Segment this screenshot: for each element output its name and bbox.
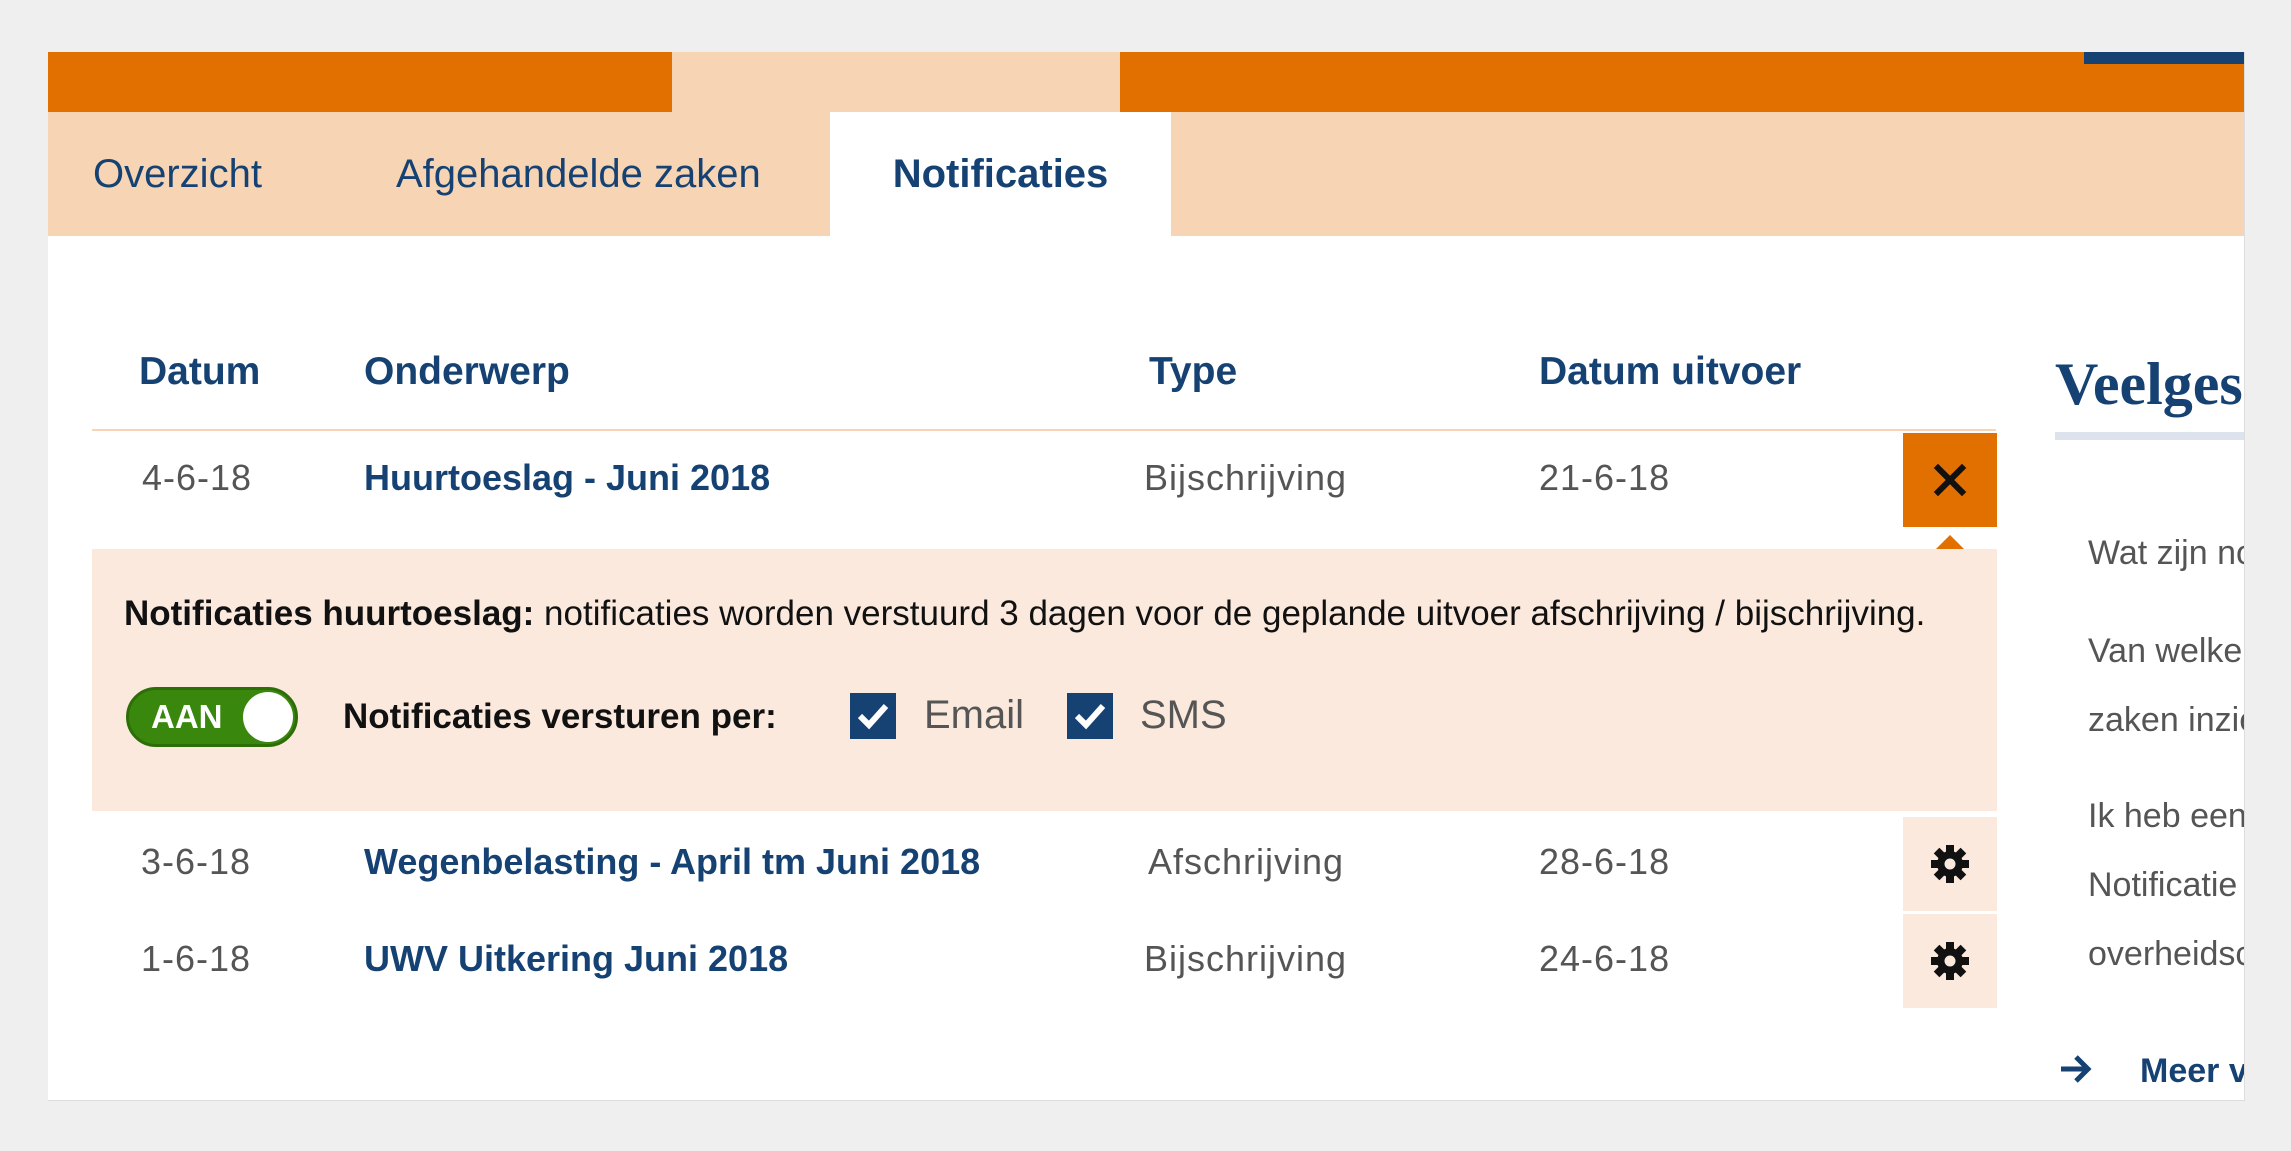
row-2-datum-uitvoer: 28-6-18 [1539,841,1671,882]
top-color-bar-marker [2084,52,2244,64]
top-color-bar [48,52,2244,112]
row-3-datum-uitvoer: 24-6-18 [1539,938,1671,979]
row-2-type: Afschrijving [1148,841,1345,882]
gear-icon [1931,942,1969,980]
sidebar-faq-1[interactable]: Wat zijn no [2088,534,2244,573]
panel-text: notificaties worden verstuurd 3 dagen vo… [534,594,1926,633]
notification-toggle[interactable]: AAN [126,687,298,747]
row-1-datum: 4-6-18 [142,457,253,498]
sidebar-more-link[interactable]: Meer v [2140,1052,2244,1091]
row-1-type: Bijschrijving [1144,457,1348,498]
column-header-type: Type [1149,350,1238,393]
row-3-type: Bijschrijving [1144,938,1348,979]
app-frame: Overzicht Afgehandelde zaken Notificatie… [48,52,2245,1101]
sidebar-faq-3[interactable]: Ik heb een [2088,797,2244,836]
email-checkbox[interactable] [850,693,896,739]
row-3-onderwerp[interactable]: UWV Uitkering Juni 2018 [364,938,788,980]
top-color-bar-accent [672,52,1120,112]
close-settings-button[interactable] [1903,433,1997,527]
send-via-label: Notificaties versturen per: [343,697,777,736]
row-2-settings-button[interactable] [1903,817,1997,911]
sidebar-faq-3-cont[interactable]: Notificatie [2088,866,2237,905]
email-label: Email [924,693,1025,737]
toggle-knob [243,692,293,742]
tab-afgehandelde-zaken[interactable]: Afgehandelde zaken [396,112,761,236]
arrow-right-icon[interactable] [2058,1052,2092,1086]
toggle-label: AAN [151,698,223,735]
sms-label: SMS [1140,693,1227,737]
row-2-onderwerp[interactable]: Wegenbelasting - April tm Juni 2018 [364,841,980,883]
sidebar-faq-2[interactable]: Van welke [2088,632,2242,671]
row-1-onderwerp[interactable]: Huurtoeslag - Juni 2018 [364,457,770,499]
tab-overzicht[interactable]: Overzicht [93,112,262,236]
row-3-datum: 1-6-18 [141,938,252,979]
checkmark-icon [1074,703,1106,730]
column-header-onderwerp: Onderwerp [364,350,570,393]
panel-pointer [1936,535,1964,549]
close-icon [1933,463,1967,497]
header-divider [92,429,1996,431]
gear-icon [1931,845,1969,883]
notification-settings-panel: Notificaties huurtoeslag: notificaties w… [92,549,1997,811]
sidebar-title-rule [2055,432,2244,440]
sidebar-faq-3-cont-2[interactable]: overheidsc [2088,935,2244,974]
panel-title: Notificaties huurtoeslag: [124,594,535,633]
checkmark-icon [857,703,889,730]
row-2-datum: 3-6-18 [141,841,252,882]
sms-checkbox[interactable] [1067,693,1113,739]
sidebar-title: Veelges [2055,351,2243,417]
row-1-datum-uitvoer: 21-6-18 [1539,457,1671,498]
column-header-datum: Datum [139,350,261,393]
panel-description: Notificaties huurtoeslag: notificaties w… [124,594,1925,634]
row-3-settings-button[interactable] [1903,914,1997,1008]
sidebar-faq-2-cont[interactable]: zaken inzie [2088,701,2244,740]
tab-notificaties[interactable]: Notificaties [830,112,1171,236]
tab-bar: Overzicht Afgehandelde zaken Notificatie… [48,112,2244,236]
column-header-datum-uitvoer: Datum uitvoer [1539,350,1802,393]
